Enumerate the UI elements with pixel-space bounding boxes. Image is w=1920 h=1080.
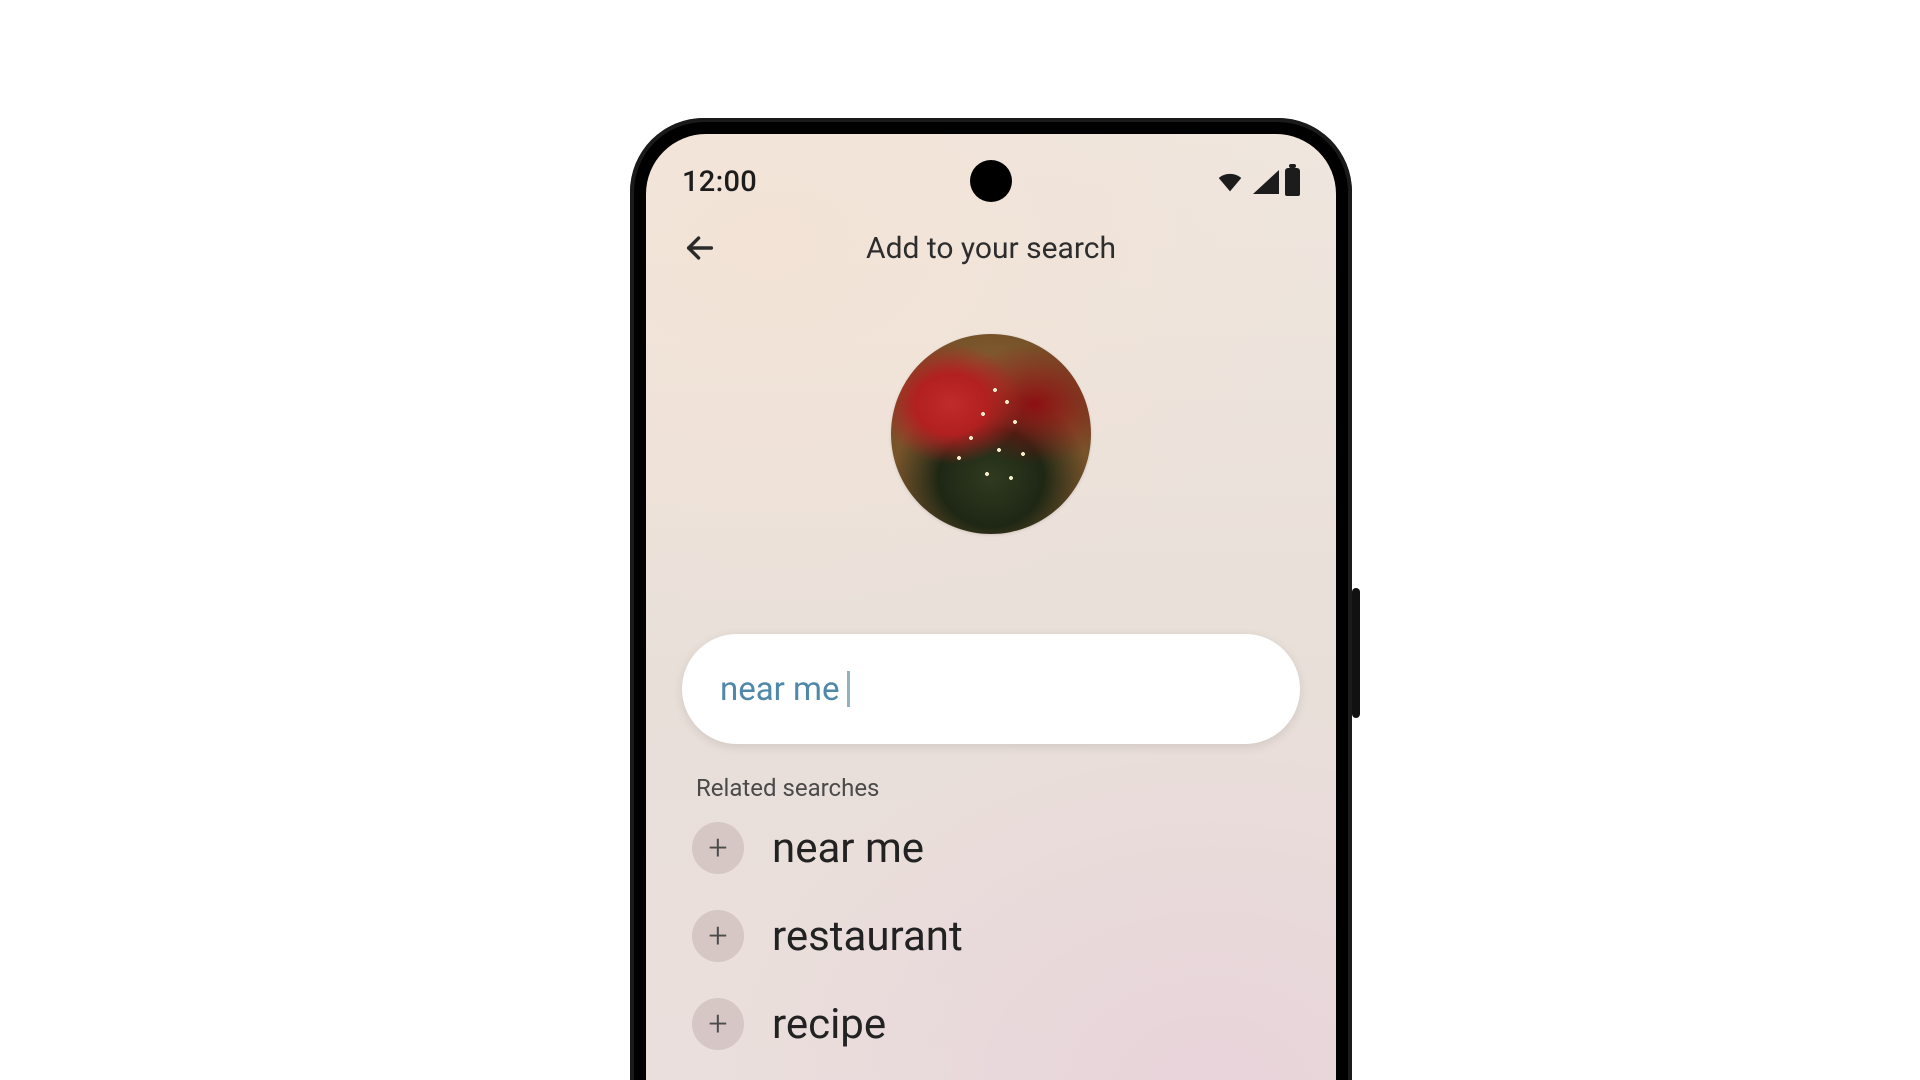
related-search-item[interactable]: + restaurant (692, 910, 1290, 962)
status-bar: 12:00 (646, 156, 1336, 208)
power-button (1352, 588, 1360, 718)
related-searches-heading: Related searches (696, 774, 879, 802)
battery-icon (1285, 168, 1300, 196)
phone-frame: 12:00 Add to your search (630, 118, 1352, 1080)
plus-icon: + (692, 822, 744, 874)
phone-screen: 12:00 Add to your search (646, 134, 1336, 1080)
page-title: Add to your search (646, 231, 1336, 266)
related-search-label: near me (772, 824, 924, 873)
plus-icon: + (692, 998, 744, 1050)
related-search-item[interactable]: + recipe (692, 998, 1290, 1050)
app-header: Add to your search (646, 218, 1336, 278)
search-image-thumbnail[interactable] (891, 334, 1091, 534)
refine-search-value: near me (720, 670, 839, 709)
back-button[interactable] (672, 220, 728, 276)
cell-signal-icon (1253, 170, 1279, 194)
related-searches-list: + near me + restaurant + recipe (692, 822, 1290, 1050)
text-caret (847, 671, 850, 707)
plus-icon: + (692, 910, 744, 962)
related-search-label: recipe (772, 1000, 886, 1049)
arrow-left-icon (683, 231, 717, 265)
related-search-item[interactable]: + near me (692, 822, 1290, 874)
refine-search-input[interactable]: near me (682, 634, 1300, 744)
wifi-icon (1215, 167, 1245, 197)
status-time: 12:00 (682, 165, 757, 199)
related-search-label: restaurant (772, 912, 963, 961)
